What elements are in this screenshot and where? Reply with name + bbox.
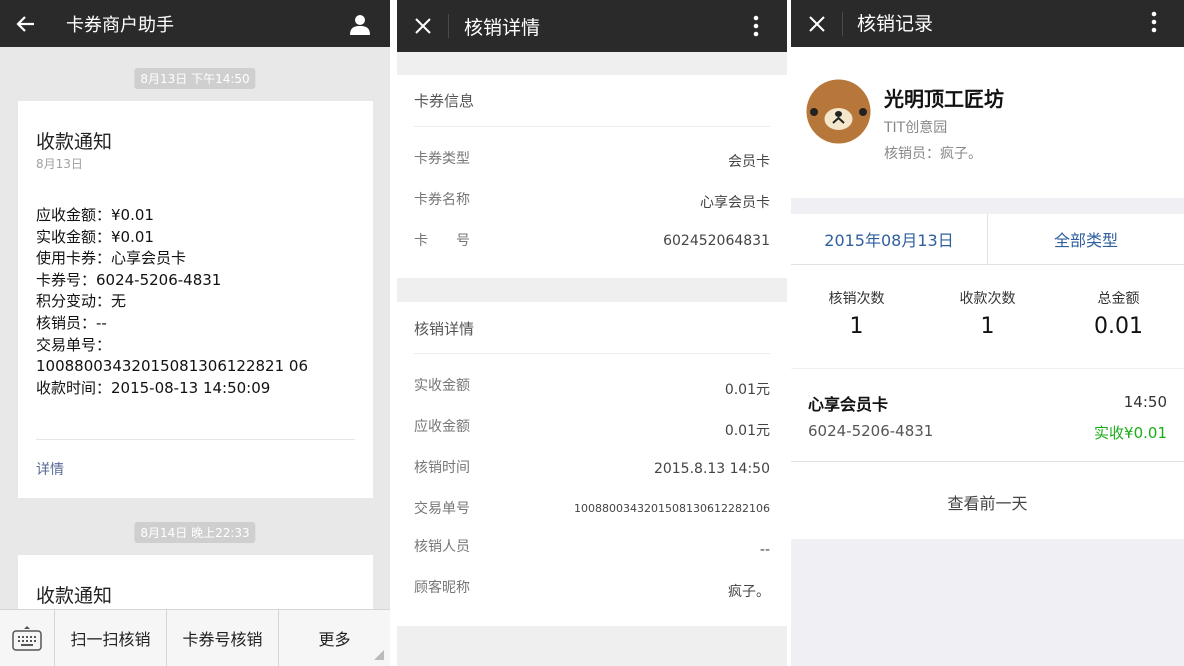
transaction-no-value: 1008800343201508130612282106 [574, 502, 770, 515]
payment-notice-card[interactable]: 收款通知 8月13日 应收金额：¥0.01 实收金额：¥0.01 使用卡券：心享… [18, 101, 373, 498]
card-divider [36, 439, 355, 440]
card-name-label: 卡券名称 [414, 192, 470, 208]
detail-line: 卡券号：6024-5206-4831 [36, 270, 222, 289]
detail-line: 收款时间：2015-08-13 14:50:09 [36, 378, 271, 397]
customer-nickname-value: 疯子。 [728, 584, 770, 600]
section-heading: 卡券信息 [414, 92, 475, 110]
detail-line: 10088003432015081306122821 06 [36, 357, 308, 376]
detail-line: 积分变动：无 [36, 292, 127, 311]
card-type-value: 会员卡 [728, 154, 770, 170]
close-icon[interactable] [405, 0, 441, 52]
merchant-branch: TIT创意园 [884, 120, 948, 136]
section-heading: 核销详情 [414, 320, 475, 338]
type-filter[interactable]: 全部类型 [988, 214, 1184, 264]
detail-line: 交易单号： [36, 335, 112, 354]
profile-icon[interactable] [340, 0, 380, 47]
operator-value: -- [759, 542, 770, 558]
record-amount: 实收¥0.01 [1094, 424, 1167, 442]
corner-triangle-icon [374, 650, 384, 660]
verify-time-value: 2015.8.13 14:50 [653, 461, 770, 477]
records-header: 核销记录 [791, 0, 1184, 47]
stat-value: 0.01 [1094, 314, 1143, 339]
merchant-avatar [806, 79, 871, 144]
message-timestamp: 8月14日 晚上22:33 [134, 522, 256, 543]
record-list: 心享会员卡 14:50 6024-5206-4831 实收¥0.01 查看前一天 [791, 369, 1184, 539]
keyboard-toggle[interactable] [0, 610, 55, 666]
merchant-operator: 核销员：疯子。 [884, 146, 982, 162]
record-item[interactable]: 心享会员卡 14:50 6024-5206-4831 实收¥0.01 [791, 369, 1184, 461]
card-number-label: 卡 号 [414, 233, 470, 249]
details-link[interactable]: 详情 [36, 459, 64, 479]
message-timestamp: 8月13日 下午14:50 [134, 68, 256, 89]
keyboard-icon [12, 626, 42, 651]
record-card-number: 6024-5206-4831 [808, 422, 934, 440]
bottom-menu: 扫一扫核销 卡券号核销 更多 [0, 609, 390, 666]
detail-line: 应收金额：¥0.01 [36, 206, 154, 224]
due-amount-value: 0.01元 [724, 423, 770, 439]
payment-count-stat: 收款次数 1 [922, 288, 1053, 339]
paid-amount-label: 实收金额 [414, 378, 470, 394]
back-arrow-icon[interactable] [8, 0, 44, 47]
merchant-section: 光明顶工匠坊 TIT创意园 核销员：疯子。 [791, 47, 1184, 198]
operator-label: 核销人员 [414, 539, 470, 555]
detail-line: 使用卡券：心享会员卡 [36, 249, 187, 268]
verify-count-stat: 核销次数 1 [791, 288, 922, 339]
transaction-no-label: 交易单号 [414, 501, 470, 517]
section-divider [414, 126, 770, 127]
card-date: 8月13日 [36, 157, 83, 171]
detail-line: 实收金额：¥0.01 [36, 227, 154, 246]
stat-value: 1 [980, 314, 995, 339]
verify-records-panel: 核销记录 光明顶工匠坊 TIT创意园 核销员：疯子。 2015年08月13日 全… [791, 0, 1184, 666]
stat-label: 收款次数 [959, 291, 1016, 307]
more-button[interactable]: 更多 [279, 610, 390, 666]
section-divider [414, 353, 770, 354]
detail-line: 核销员：-- [36, 313, 107, 332]
detail-header: 核销详情 [397, 0, 787, 52]
card-type-label: 卡券类型 [414, 151, 470, 167]
chat-title: 卡券商户助手 [66, 14, 174, 36]
chat-header: 卡券商户助手 [0, 0, 390, 47]
date-filter[interactable]: 2015年08月13日 [791, 214, 987, 264]
card-info-section: 卡券信息 卡券类型 会员卡 卡券名称 心享会员卡 卡 号 60245206483… [397, 75, 787, 278]
merchant-name: 光明顶工匠坊 [884, 87, 1004, 111]
close-icon[interactable] [799, 0, 835, 47]
scan-verify-button[interactable]: 扫一扫核销 [55, 610, 167, 666]
card-title: 收款通知 [36, 585, 113, 607]
header-divider [842, 12, 843, 36]
more-vert-icon[interactable] [1139, 0, 1169, 44]
verify-detail-section: 核销详情 实收金额 0.01元 应收金额 0.01元 核销时间 2015.8.1… [397, 302, 787, 626]
filter-bottom-line [791, 264, 1184, 265]
record-time: 14:50 [1123, 393, 1167, 411]
card-details: 应收金额：¥0.01 实收金额：¥0.01 使用卡券：心享会员卡 卡券号：602… [36, 205, 308, 399]
header-divider [448, 14, 449, 38]
filter-stats-section: 2015年08月13日 全部类型 核销次数 1 收款次数 1 总金额 0.01 [791, 214, 1184, 368]
paid-amount-value: 0.01元 [724, 382, 770, 398]
chat-panel: 卡券商户助手 8月13日 下午14:50 收款通知 8月13日 应收金额：¥0.… [0, 0, 390, 666]
card-number-verify-button[interactable]: 卡券号核销 [167, 610, 279, 666]
detail-title: 核销详情 [464, 16, 541, 39]
verify-detail-panel: 核销详情 卡券信息 卡券类型 会员卡 卡券名称 心享会员卡 卡 号 602452… [397, 0, 787, 666]
more-label: 更多 [318, 630, 351, 649]
record-divider [791, 461, 1184, 462]
total-amount-stat: 总金额 0.01 [1053, 288, 1184, 339]
record-card-name: 心享会员卡 [808, 395, 889, 414]
verify-time-label: 核销时间 [414, 460, 470, 476]
more-vert-icon[interactable] [741, 0, 771, 52]
view-previous-day-button[interactable]: 查看前一天 [791, 490, 1184, 514]
card-title: 收款通知 [36, 131, 113, 153]
records-title: 核销记录 [857, 12, 934, 35]
card-number-value: 602452064831 [663, 233, 770, 249]
customer-nickname-label: 顾客昵称 [414, 580, 470, 596]
stat-label: 核销次数 [828, 291, 885, 307]
stat-label: 总金额 [1097, 291, 1140, 307]
card-name-value: 心享会员卡 [700, 195, 770, 211]
due-amount-label: 应收金额 [414, 419, 470, 435]
stat-value: 1 [849, 314, 864, 339]
